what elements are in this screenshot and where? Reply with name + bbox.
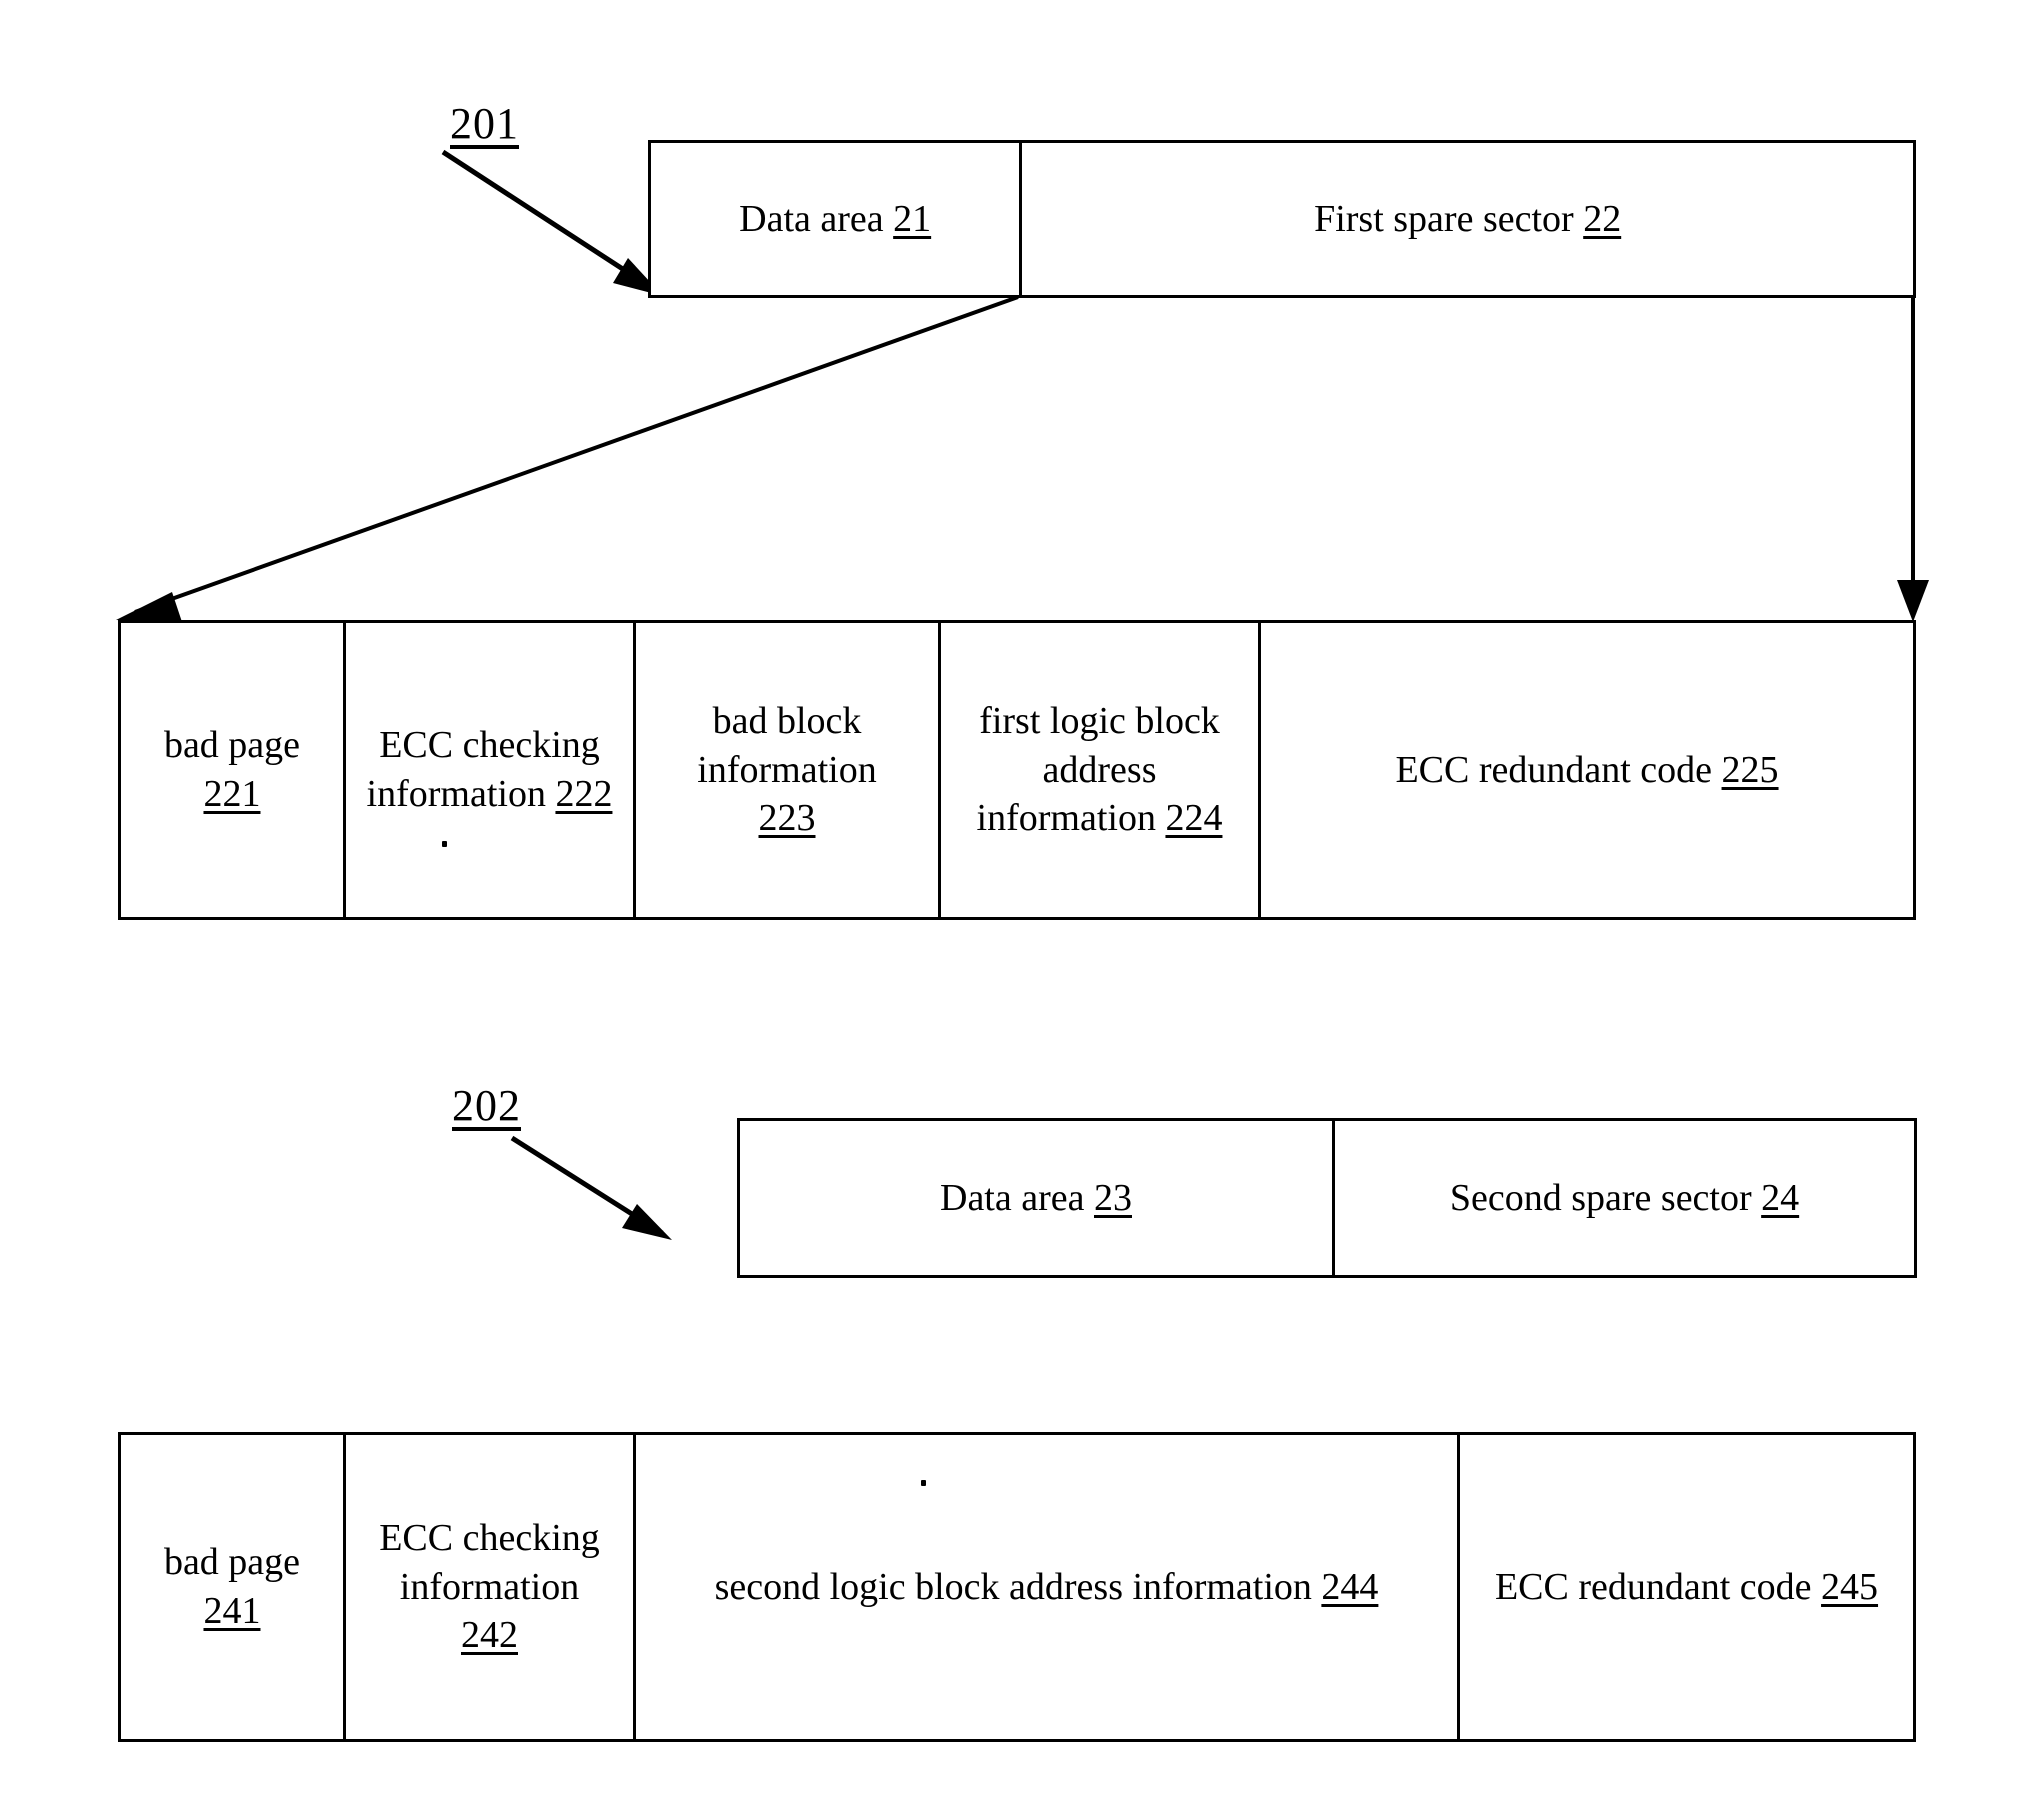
cell-data-area-23: Data area 23 (740, 1121, 1332, 1275)
cell-bad-page-221: bad page 221 (121, 623, 343, 917)
cell-first-spare-sector-22: First spare sector 22 (1019, 143, 1913, 295)
cell-bad-page-241: bad page 241 (121, 1435, 343, 1739)
cell-text: Second spare sector (1449, 1176, 1762, 1219)
cell-ref: 222 (555, 773, 613, 815)
cell-text: bad block information (697, 700, 877, 791)
cell-second-logic-block-address-information-244: second logic block address information 2… (633, 1435, 1457, 1739)
cell-text: bad page (163, 1541, 301, 1584)
cell-text: bad page (163, 724, 301, 767)
leader-arrow-202 (510, 1135, 672, 1240)
cell-text: First spare sector (1314, 197, 1584, 240)
cell-ref: 244 (1321, 1565, 1379, 1608)
print-speck (921, 1480, 926, 1486)
cell-ref: 242 (461, 1614, 518, 1657)
cell-ecc-redundant-code-245: ECC redundant code 245 (1457, 1435, 1913, 1739)
cell-ref: 224 (1165, 797, 1223, 840)
cell-text: second logic block address information (714, 1565, 1322, 1608)
second-sector-overview-box: Data area 23 Second spare sector 24 (737, 1118, 1917, 1278)
patent-figure-page: 201 202 Data area 21 First spare sector … (0, 0, 2040, 1797)
first-spare-sector-detail-box: bad page 221 ECC checking information 222… (118, 620, 1916, 920)
reference-label-202: 202 (452, 1081, 521, 1130)
cell-ref: 225 (1721, 748, 1779, 791)
cell-ref: 245 (1821, 1565, 1879, 1608)
cell-text: Data area (739, 197, 894, 240)
cell-first-logic-block-address-information-224: first logic block address information 22… (938, 623, 1258, 917)
cell-ecc-redundant-code-225: ECC redundant code 225 (1258, 623, 1913, 917)
cell-second-spare-sector-24: Second spare sector 24 (1332, 1121, 1914, 1275)
reference-label-201: 201 (450, 99, 519, 148)
cell-text: Data area (940, 1176, 1094, 1219)
leader-arrow-201 (441, 149, 663, 296)
first-sector-overview-box: Data area 21 First spare sector 22 (648, 140, 1916, 298)
cell-ecc-checking-information-222: ECC checking information 222 (343, 623, 633, 917)
cell-bad-block-information-223: bad block information 223 (633, 623, 938, 917)
cell-ref: 221 (203, 773, 261, 815)
cell-ref: 21 (893, 197, 932, 240)
cell-ref: 241 (203, 1590, 261, 1632)
cell-ecc-checking-information-242: ECC checking information 242 (343, 1435, 633, 1739)
connector-spare-sector-to-detail-left (116, 295, 1019, 622)
cell-text: ECC redundant code (1494, 1565, 1822, 1608)
cell-data-area-21: Data area 21 (651, 143, 1019, 295)
cell-ref: 23 (1094, 1176, 1132, 1219)
cell-text: ECC checking information (379, 1517, 600, 1608)
connector-spare-sector-to-detail-right (1897, 297, 1929, 622)
cell-ref: 22 (1583, 197, 1622, 240)
cell-ref: 24 (1761, 1176, 1800, 1219)
cell-text: ECC redundant code (1395, 748, 1722, 791)
print-speck (442, 841, 447, 847)
cell-ref: 223 (758, 797, 816, 840)
second-spare-sector-detail-box: bad page 241 ECC checking information 242 … (118, 1432, 1916, 1742)
